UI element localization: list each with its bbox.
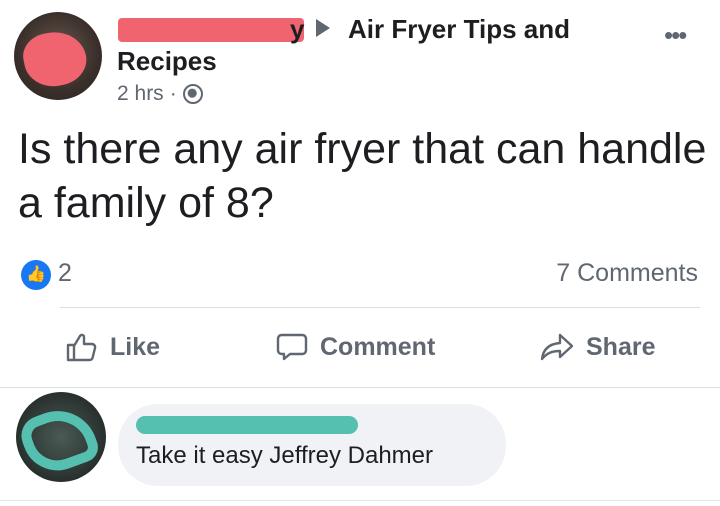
- share-label: Share: [586, 332, 656, 361]
- author-avatar[interactable]: [14, 12, 102, 100]
- divider: [0, 500, 720, 501]
- group-name-continued[interactable]: Recipes: [117, 46, 217, 77]
- group-name[interactable]: Air Fryer Tips and: [348, 14, 570, 45]
- comment-label: Comment: [320, 332, 436, 361]
- like-button[interactable]: Like: [66, 332, 160, 362]
- thumbs-up-icon: [66, 333, 97, 362]
- comment-bubble: Take it easy Jeffrey Dahmer: [118, 404, 506, 486]
- author-name-redaction: [118, 18, 304, 42]
- avatar-redaction: [16, 399, 103, 481]
- avatar-redaction: [19, 26, 91, 92]
- meta-separator: ·: [169, 82, 177, 105]
- speech-bubble-icon: [276, 333, 308, 361]
- divider: [0, 387, 720, 388]
- reaction-count[interactable]: 2: [58, 259, 72, 288]
- share-button[interactable]: Share: [540, 332, 655, 362]
- author-name[interactable]: y: [290, 14, 304, 45]
- divider: [60, 307, 700, 308]
- comment-text: Take it easy Jeffrey Dahmer: [136, 442, 434, 469]
- facebook-post: y Air Fryer Tips and Recipes 2 hrs · •••…: [0, 0, 720, 506]
- arrow-right-icon: [316, 19, 330, 37]
- globe-icon: [182, 84, 203, 104]
- comment-button[interactable]: Comment: [276, 332, 435, 362]
- commenter-name-redaction[interactable]: [136, 416, 358, 434]
- post-meta: 2 hrs ·: [117, 82, 203, 106]
- like-reaction-icon[interactable]: 👍: [21, 260, 51, 290]
- share-arrow-icon: [540, 333, 574, 361]
- more-options-icon[interactable]: •••: [664, 20, 687, 51]
- comments-count[interactable]: 7 Comments: [556, 259, 698, 288]
- commenter-avatar[interactable]: [16, 392, 106, 482]
- post-time[interactable]: 2 hrs: [117, 82, 164, 106]
- post-text: Is there any air fryer that can handle a…: [18, 125, 707, 227]
- like-label: Like: [110, 332, 161, 361]
